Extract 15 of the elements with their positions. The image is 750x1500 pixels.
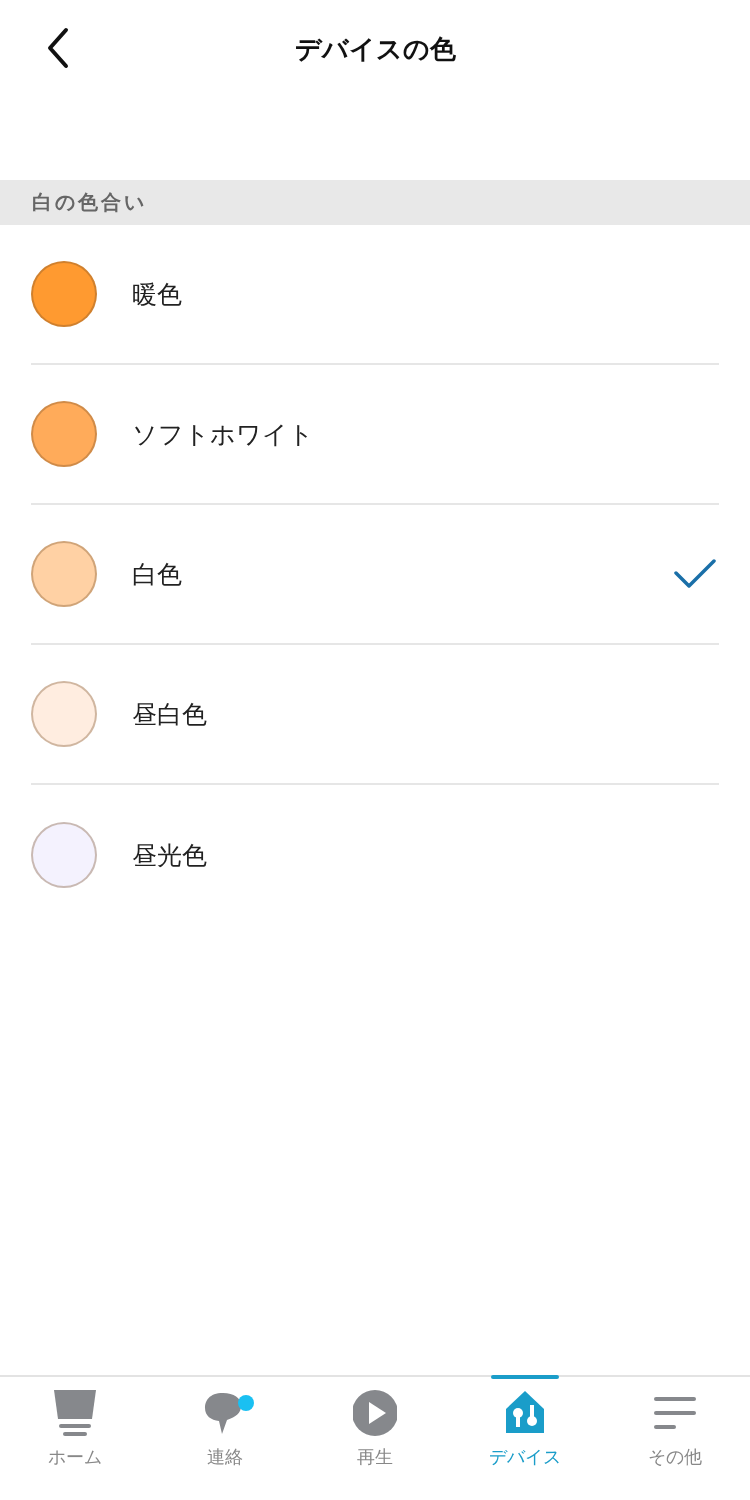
- checkmark-icon: [674, 559, 716, 589]
- tab[interactable]: 連絡: [150, 1377, 300, 1500]
- section-header: 白の色合い: [0, 180, 750, 225]
- color-option[interactable]: 白色: [31, 505, 719, 645]
- color-option[interactable]: 昼光色: [31, 785, 719, 925]
- color-option[interactable]: 昼白色: [31, 645, 719, 785]
- lamp-icon: [53, 1389, 97, 1437]
- tab-indicator: [491, 1375, 559, 1379]
- play-icon: [353, 1389, 397, 1437]
- tab[interactable]: ホーム: [0, 1377, 150, 1500]
- screen-title: デバイスの色: [294, 32, 456, 66]
- color-option[interactable]: ソフトホワイト: [31, 365, 719, 505]
- tab[interactable]: 再生: [300, 1377, 450, 1500]
- color-option[interactable]: 暖色: [31, 225, 719, 365]
- tab[interactable]: その他: [600, 1377, 750, 1500]
